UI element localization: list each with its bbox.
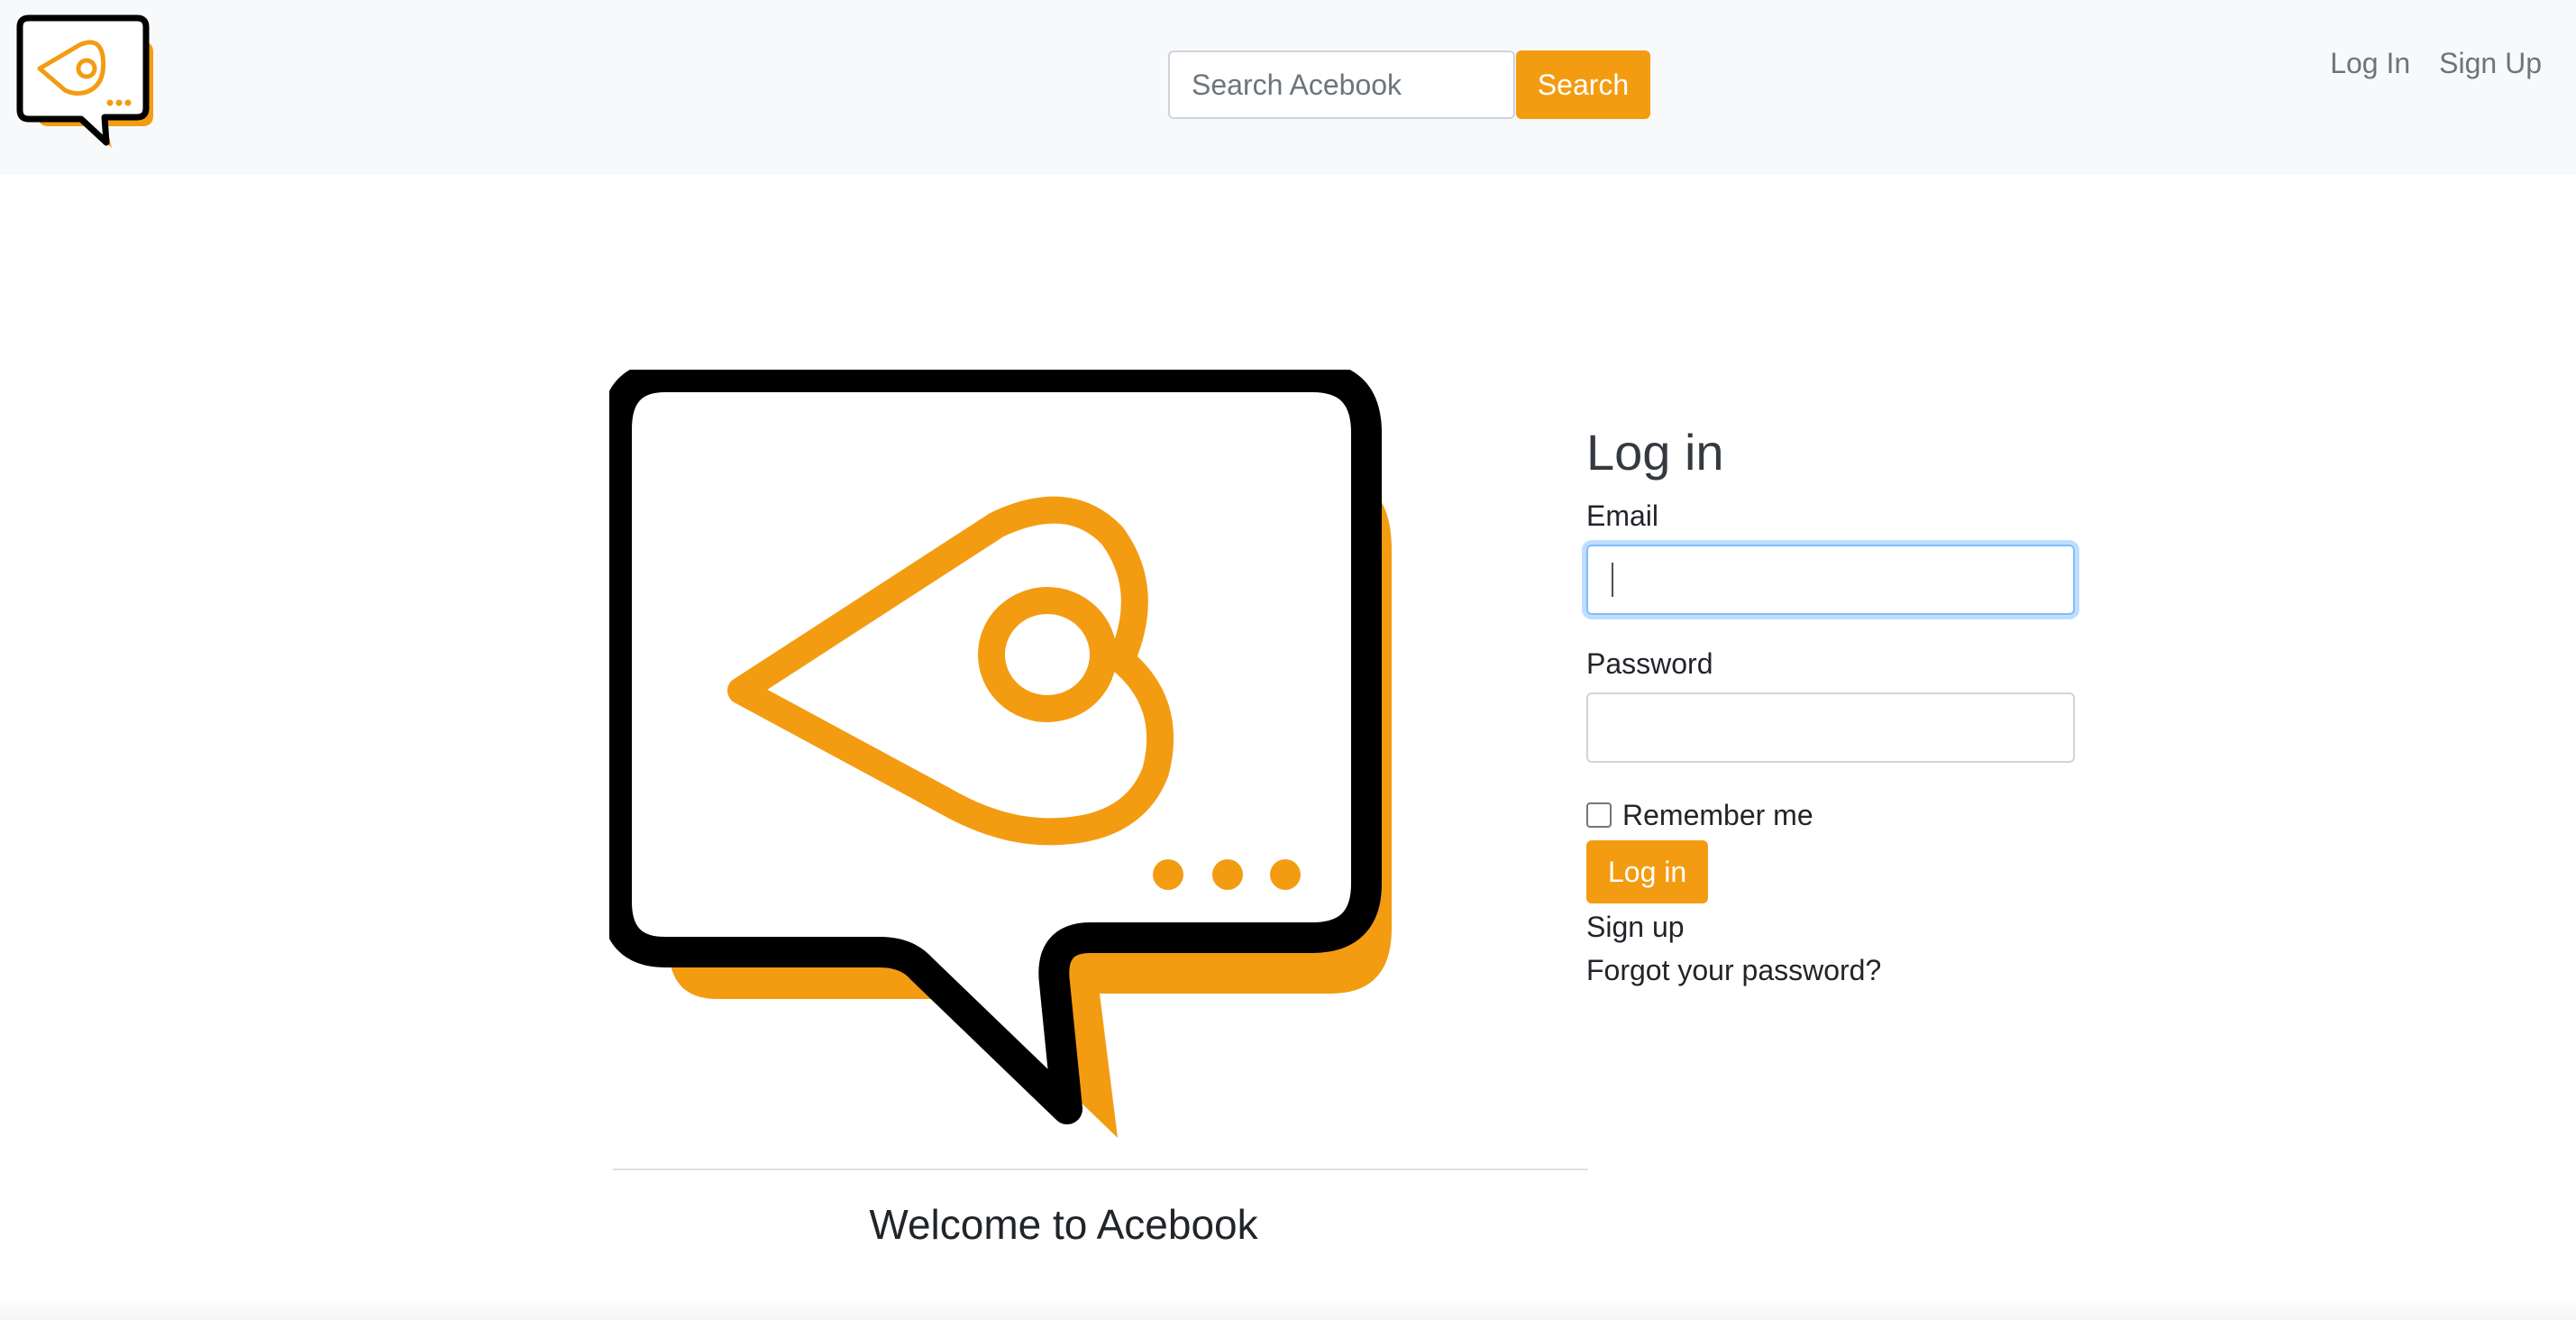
brand-logo-icon[interactable] xyxy=(16,14,160,151)
search-form: Search xyxy=(1168,50,1650,119)
login-form: Log in Email Password Remember me Log in… xyxy=(1586,417,2078,992)
login-heading: Log in xyxy=(1586,424,1724,481)
hero-divider xyxy=(613,1169,1588,1170)
email-field[interactable] xyxy=(1586,545,2075,615)
text-caret xyxy=(1612,563,1613,597)
nav-login-link[interactable]: Log In xyxy=(2330,45,2410,81)
email-label: Email xyxy=(1586,500,1659,532)
signup-link[interactable]: Sign up xyxy=(1586,905,2078,949)
forgot-password-link[interactable]: Forgot your password? xyxy=(1586,949,2078,992)
remember-me-row: Remember me xyxy=(1586,797,2078,833)
search-button[interactable]: Search xyxy=(1516,50,1650,119)
login-button[interactable]: Log in xyxy=(1586,840,1709,903)
hero-logo-icon xyxy=(609,370,1399,1145)
password-field[interactable] xyxy=(1586,692,2075,763)
nav-signup-link[interactable]: Sign Up xyxy=(2439,45,2542,81)
welcome-heading: Welcome to Acebook xyxy=(869,1201,1258,1248)
remember-me-label[interactable]: Remember me xyxy=(1622,799,1813,832)
search-input[interactable] xyxy=(1168,50,1515,119)
remember-me-checkbox[interactable] xyxy=(1586,802,1612,828)
page-bottom-shadow xyxy=(0,1298,2576,1320)
navbar: Search Log In Sign Up xyxy=(0,0,2576,175)
password-label: Password xyxy=(1586,647,1713,680)
nav-links: Log In Sign Up xyxy=(2330,45,2542,81)
